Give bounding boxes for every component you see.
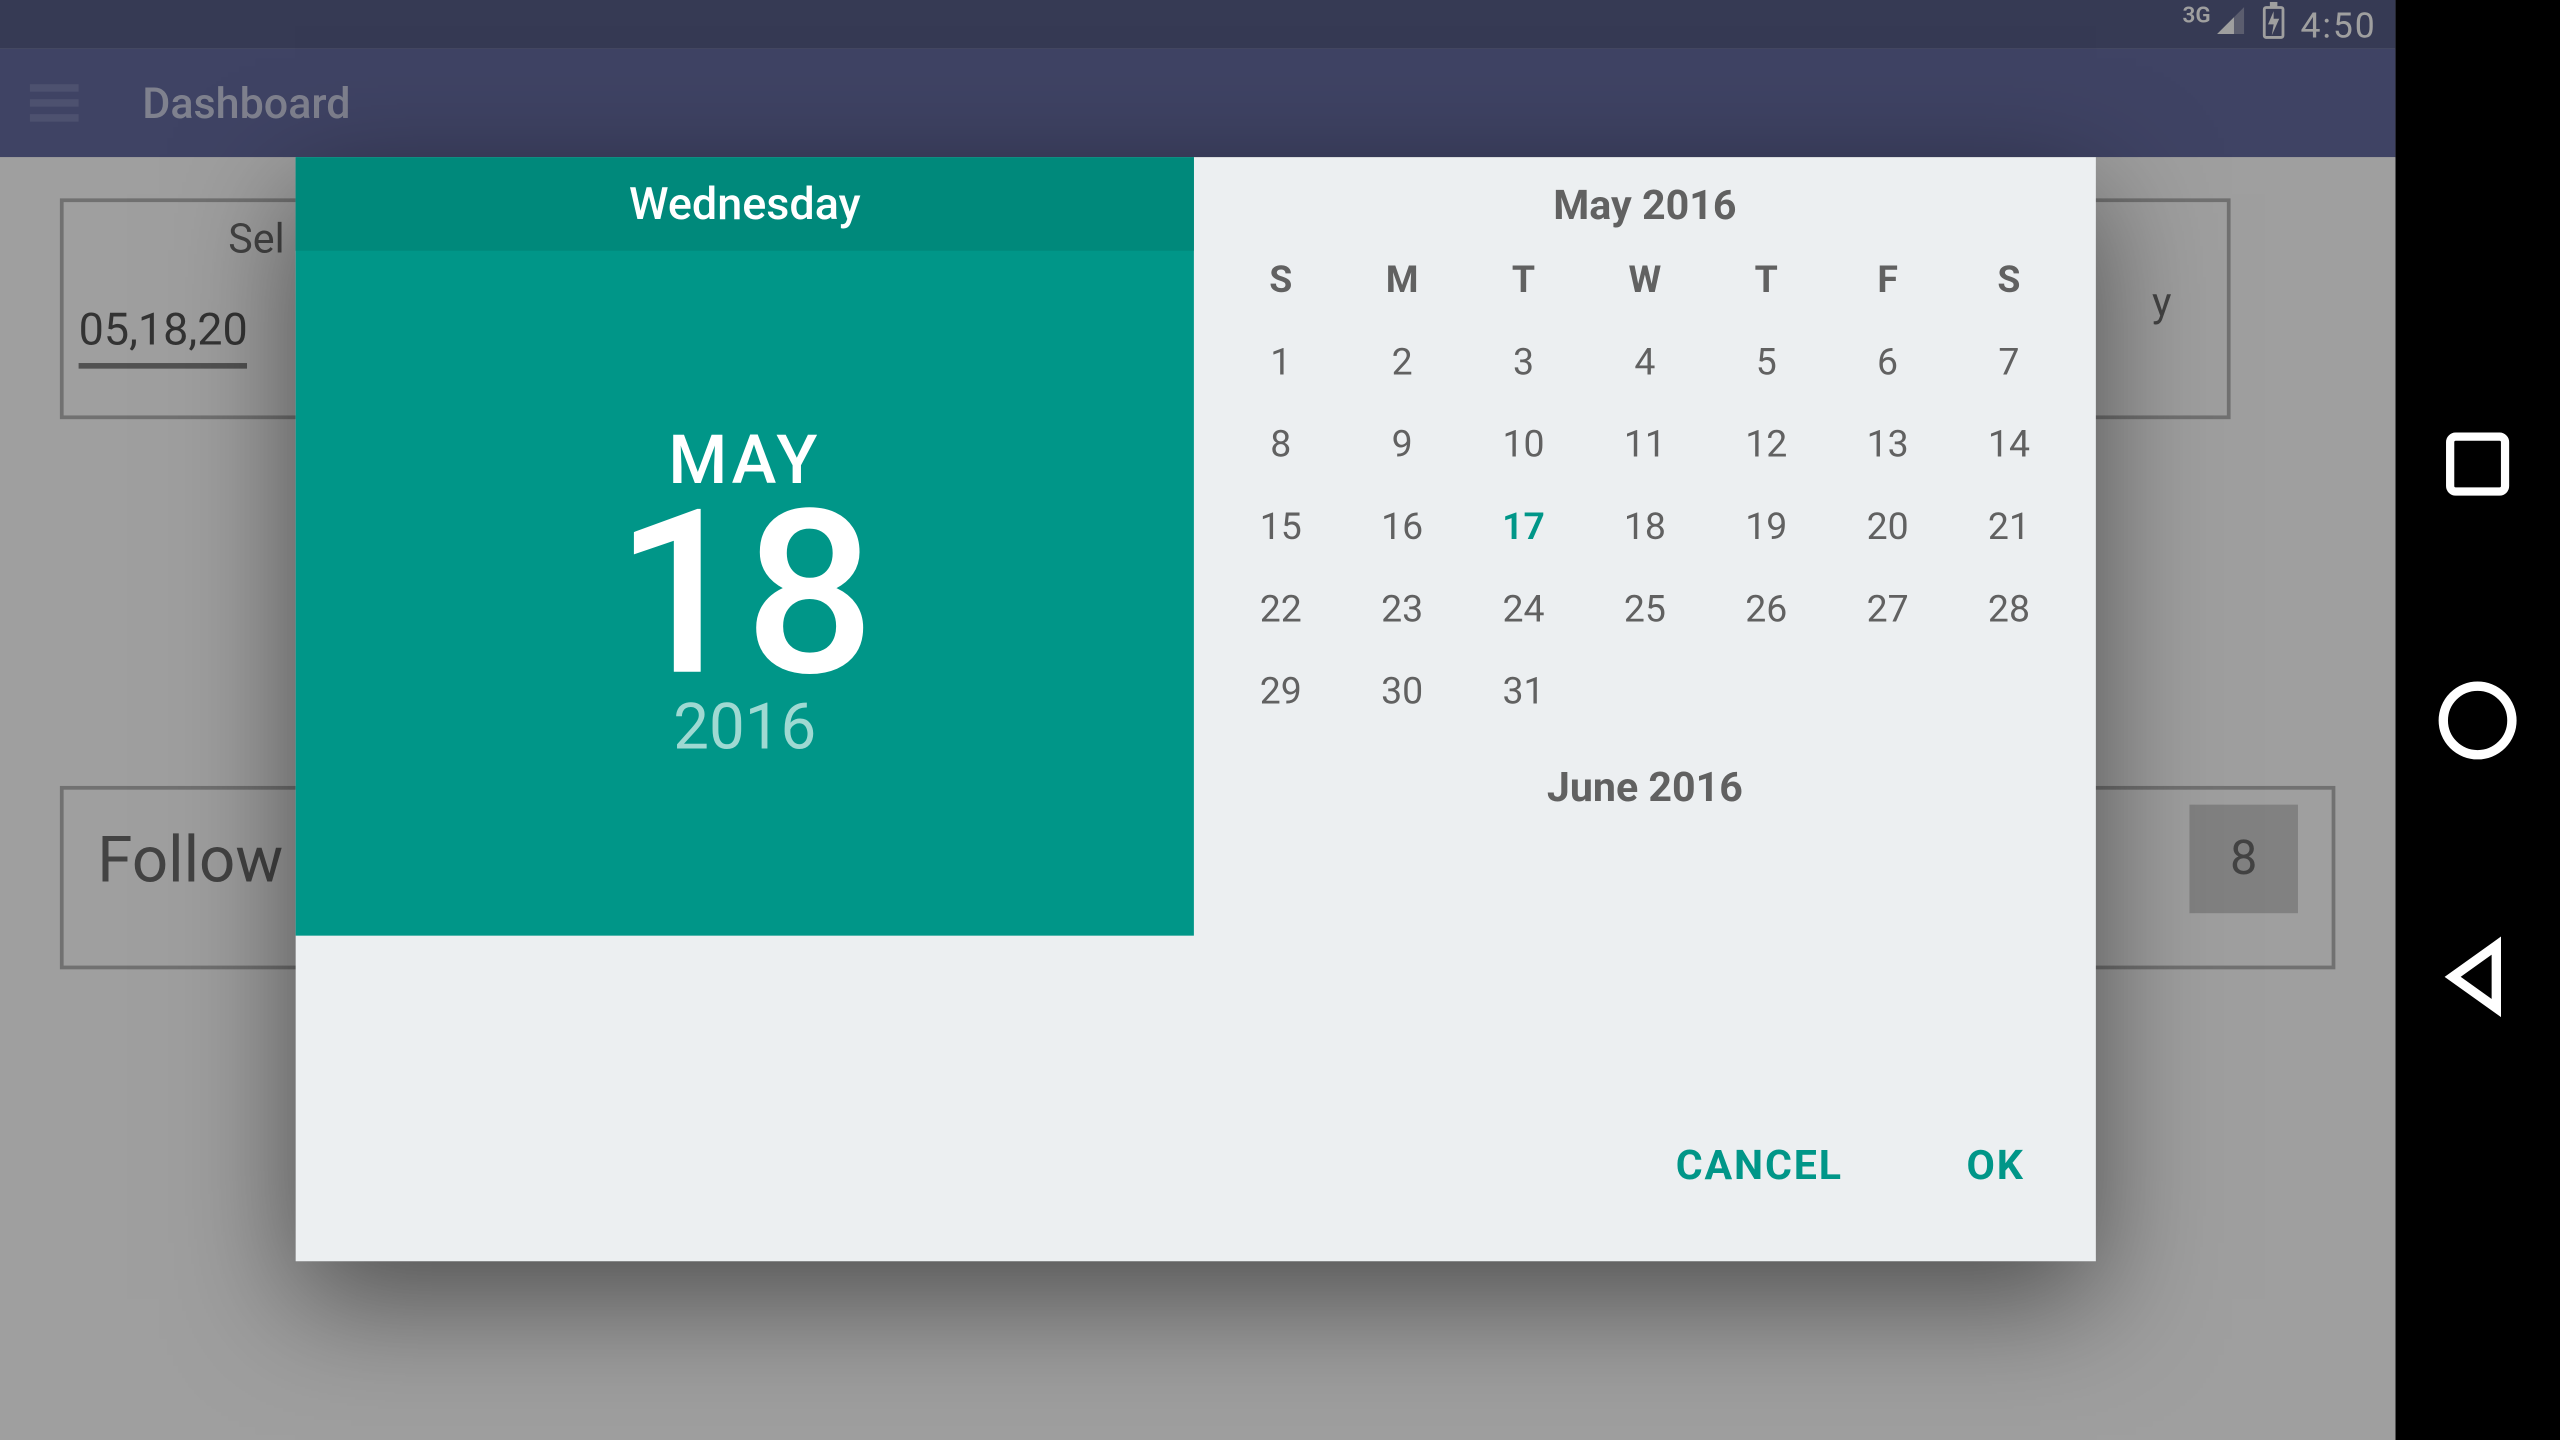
calendar-day[interactable]: 28 bbox=[1948, 567, 2069, 649]
weekday-cell: T bbox=[1706, 249, 1827, 320]
calendar-day[interactable]: 13 bbox=[1827, 402, 1948, 484]
calendar-day[interactable]: 12 bbox=[1706, 402, 1827, 484]
weekday-cell: M bbox=[1341, 249, 1462, 320]
calendar-day[interactable]: 15 bbox=[1220, 485, 1341, 567]
home-button[interactable] bbox=[2403, 646, 2553, 796]
calendar-day[interactable]: 22 bbox=[1220, 567, 1341, 649]
system-navbar bbox=[2395, 0, 2560, 1440]
weekday-header: SMTWTFS bbox=[1220, 249, 2070, 320]
calendar-day[interactable]: 18 bbox=[1584, 485, 1705, 567]
weekday-cell: W bbox=[1584, 249, 1705, 320]
calendar-day[interactable]: 23 bbox=[1341, 567, 1462, 649]
weekday-cell: S bbox=[1948, 249, 2069, 320]
calendar-day[interactable]: 3 bbox=[1463, 320, 1584, 402]
selected-year[interactable]: 2016 bbox=[673, 691, 816, 766]
calendar-day[interactable]: 10 bbox=[1463, 402, 1584, 484]
calendar-day[interactable]: 7 bbox=[1948, 320, 2069, 402]
calendar-day[interactable]: 16 bbox=[1341, 485, 1462, 567]
calendar-day[interactable]: 9 bbox=[1341, 402, 1462, 484]
calendar-day[interactable]: 19 bbox=[1706, 485, 1827, 567]
selected-date-block[interactable]: MAY 18 2016 bbox=[296, 251, 1194, 936]
back-button[interactable] bbox=[2403, 901, 2553, 1051]
weekday-cell: S bbox=[1220, 249, 1341, 320]
calendar-day[interactable]: 14 bbox=[1948, 402, 2069, 484]
dialog-actions: CANCEL OK bbox=[1657, 1106, 2043, 1228]
calendar-day[interactable]: 31 bbox=[1463, 649, 1584, 731]
calendar-day bbox=[1827, 649, 1948, 731]
calendar-day bbox=[1948, 649, 2069, 731]
calendar-day[interactable]: 24 bbox=[1463, 567, 1584, 649]
calendar-day[interactable]: 21 bbox=[1948, 485, 2069, 567]
app-surface: 3G 4:50 Dashboard Sel 05,18, bbox=[0, 0, 2395, 1440]
calendar-month-title: May 2016 bbox=[1220, 183, 2070, 230]
calendar-grid: 1234567891011121314151617181920212223242… bbox=[1220, 320, 2070, 732]
calendar-day[interactable]: 26 bbox=[1706, 567, 1827, 649]
calendar-day bbox=[1706, 649, 1827, 731]
calendar-day[interactable]: 2 bbox=[1341, 320, 1462, 402]
calendar-day[interactable]: 20 bbox=[1827, 485, 1948, 567]
selected-dayname: Wednesday bbox=[296, 157, 1194, 251]
calendar-day[interactable]: 25 bbox=[1584, 567, 1705, 649]
calendar-day[interactable]: 5 bbox=[1706, 320, 1827, 402]
calendar-day[interactable]: 8 bbox=[1220, 402, 1341, 484]
weekday-cell: T bbox=[1463, 249, 1584, 320]
calendar-day[interactable]: 6 bbox=[1827, 320, 1948, 402]
calendar-day[interactable]: 11 bbox=[1584, 402, 1705, 484]
ok-button[interactable]: OK bbox=[1948, 1106, 2044, 1228]
calendar-day[interactable]: 29 bbox=[1220, 649, 1341, 731]
calendar-panel: May 2016 SMTWTFS 12345678910111213141516… bbox=[1194, 157, 2096, 1261]
date-summary-panel: Wednesday MAY 18 2016 bbox=[296, 157, 1194, 935]
screen-root: 3G 4:50 Dashboard Sel 05,18, bbox=[0, 0, 2560, 1440]
date-picker-dialog: Wednesday MAY 18 2016 May 2016 SMTWTFS 1… bbox=[296, 157, 2096, 1261]
calendar-day[interactable]: 4 bbox=[1584, 320, 1705, 402]
calendar-day[interactable]: 27 bbox=[1827, 567, 1948, 649]
next-month-title: June 2016 bbox=[1220, 765, 2070, 812]
weekday-cell: F bbox=[1827, 249, 1948, 320]
calendar-day[interactable]: 17 bbox=[1463, 485, 1584, 567]
cancel-button[interactable]: CANCEL bbox=[1657, 1106, 1862, 1228]
selected-day: 18 bbox=[615, 481, 875, 709]
calendar-day[interactable]: 1 bbox=[1220, 320, 1341, 402]
calendar-day[interactable]: 30 bbox=[1341, 649, 1462, 731]
device-frame: 3G 4:50 Dashboard Sel 05,18, bbox=[0, 0, 2560, 1440]
calendar-day bbox=[1584, 649, 1705, 731]
recents-button[interactable] bbox=[2403, 390, 2553, 540]
